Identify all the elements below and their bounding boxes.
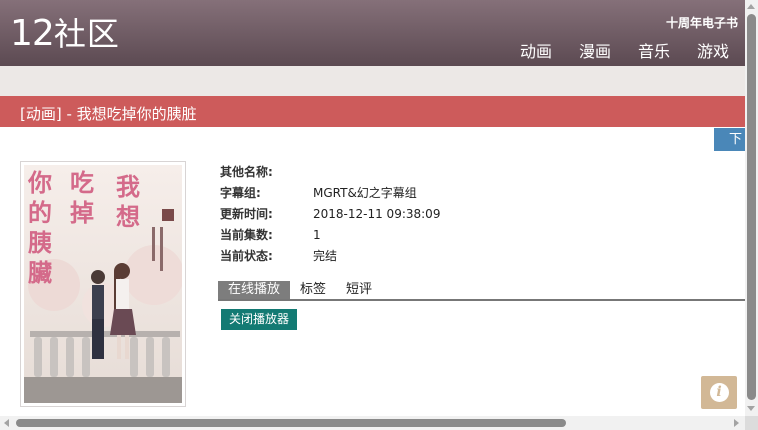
info-row-subgroup: 字幕组: MGRT&幻之字幕组 bbox=[220, 185, 440, 206]
scroll-right-icon[interactable] bbox=[734, 419, 739, 427]
info-row-episodes: 当前集数: 1 bbox=[220, 227, 440, 248]
cover-artwork: 我想 吃掉 你的胰臟 bbox=[24, 165, 182, 403]
header-band bbox=[0, 66, 745, 96]
cover-title-2: 吃掉 bbox=[70, 168, 94, 227]
logo-text: 社区 bbox=[53, 15, 120, 53]
tab-online-play[interactable]: 在线播放 bbox=[218, 281, 291, 299]
episodes-value: 1 bbox=[313, 228, 321, 242]
vertical-scrollbar[interactable] bbox=[745, 0, 758, 416]
nav-anime[interactable]: 动画 bbox=[520, 38, 552, 62]
logo-number: 12 bbox=[10, 13, 55, 54]
site-logo[interactable]: 12社区 bbox=[10, 14, 120, 54]
horizontal-scrollbar[interactable] bbox=[0, 416, 745, 430]
nav-music[interactable]: 音乐 bbox=[638, 38, 670, 62]
subgroup-label: 字幕组: bbox=[220, 186, 261, 200]
horizontal-scroll-thumb[interactable] bbox=[16, 419, 566, 427]
cover-image: 我想 吃掉 你的胰臟 bbox=[20, 161, 186, 407]
anniversary-link[interactable]: 十周年电子书 bbox=[666, 14, 738, 31]
site-header: 12社区 十周年电子书 动画 漫画 音乐 游戏 bbox=[0, 0, 745, 66]
page-title: [动画] - 我想吃掉你的胰脏 bbox=[20, 105, 197, 123]
alt-name-label: 其他名称: bbox=[220, 165, 273, 179]
cover-title-3: 你的胰臟 bbox=[27, 168, 52, 287]
scroll-up-icon[interactable] bbox=[747, 4, 755, 9]
status-label: 当前状态: bbox=[220, 249, 273, 263]
nav-games[interactable]: 游戏 bbox=[697, 38, 729, 62]
tab-tags[interactable]: 标签 bbox=[290, 281, 336, 299]
info-icon: i bbox=[709, 383, 729, 402]
scrollbar-corner bbox=[745, 416, 758, 430]
download-button[interactable]: 下 bbox=[714, 128, 745, 151]
nav-manga[interactable]: 漫画 bbox=[579, 38, 611, 62]
info-row-alt-name: 其他名称: bbox=[220, 164, 440, 185]
info-row-status: 当前状态: 完结 bbox=[220, 248, 440, 269]
cover-title-1: 我想 bbox=[116, 172, 140, 231]
subgroup-value: MGRT&幻之字幕组 bbox=[313, 186, 417, 200]
updated-value: 2018-12-11 09:38:09 bbox=[313, 207, 441, 221]
info-button[interactable]: i bbox=[701, 376, 737, 409]
episodes-label: 当前集数: bbox=[220, 228, 273, 242]
title-bar: [动画] - 我想吃掉你的胰脏 bbox=[0, 96, 745, 127]
info-panel: 其他名称: 字幕组: MGRT&幻之字幕组 更新时间: 2018-12-11 0… bbox=[220, 164, 440, 269]
content-tabs: 在线播放 标签 短评 bbox=[218, 281, 745, 301]
tab-reviews[interactable]: 短评 bbox=[336, 281, 382, 299]
status-value: 完结 bbox=[313, 249, 338, 263]
scroll-down-icon[interactable] bbox=[747, 406, 755, 411]
scroll-left-icon[interactable] bbox=[4, 419, 9, 427]
main-nav: 动画 漫画 音乐 游戏 bbox=[520, 38, 729, 62]
info-row-updated: 更新时间: 2018-12-11 09:38:09 bbox=[220, 206, 440, 227]
close-player-button[interactable]: 关闭播放器 bbox=[221, 309, 298, 330]
updated-label: 更新时间: bbox=[220, 207, 273, 221]
vertical-scroll-thumb[interactable] bbox=[747, 14, 756, 400]
